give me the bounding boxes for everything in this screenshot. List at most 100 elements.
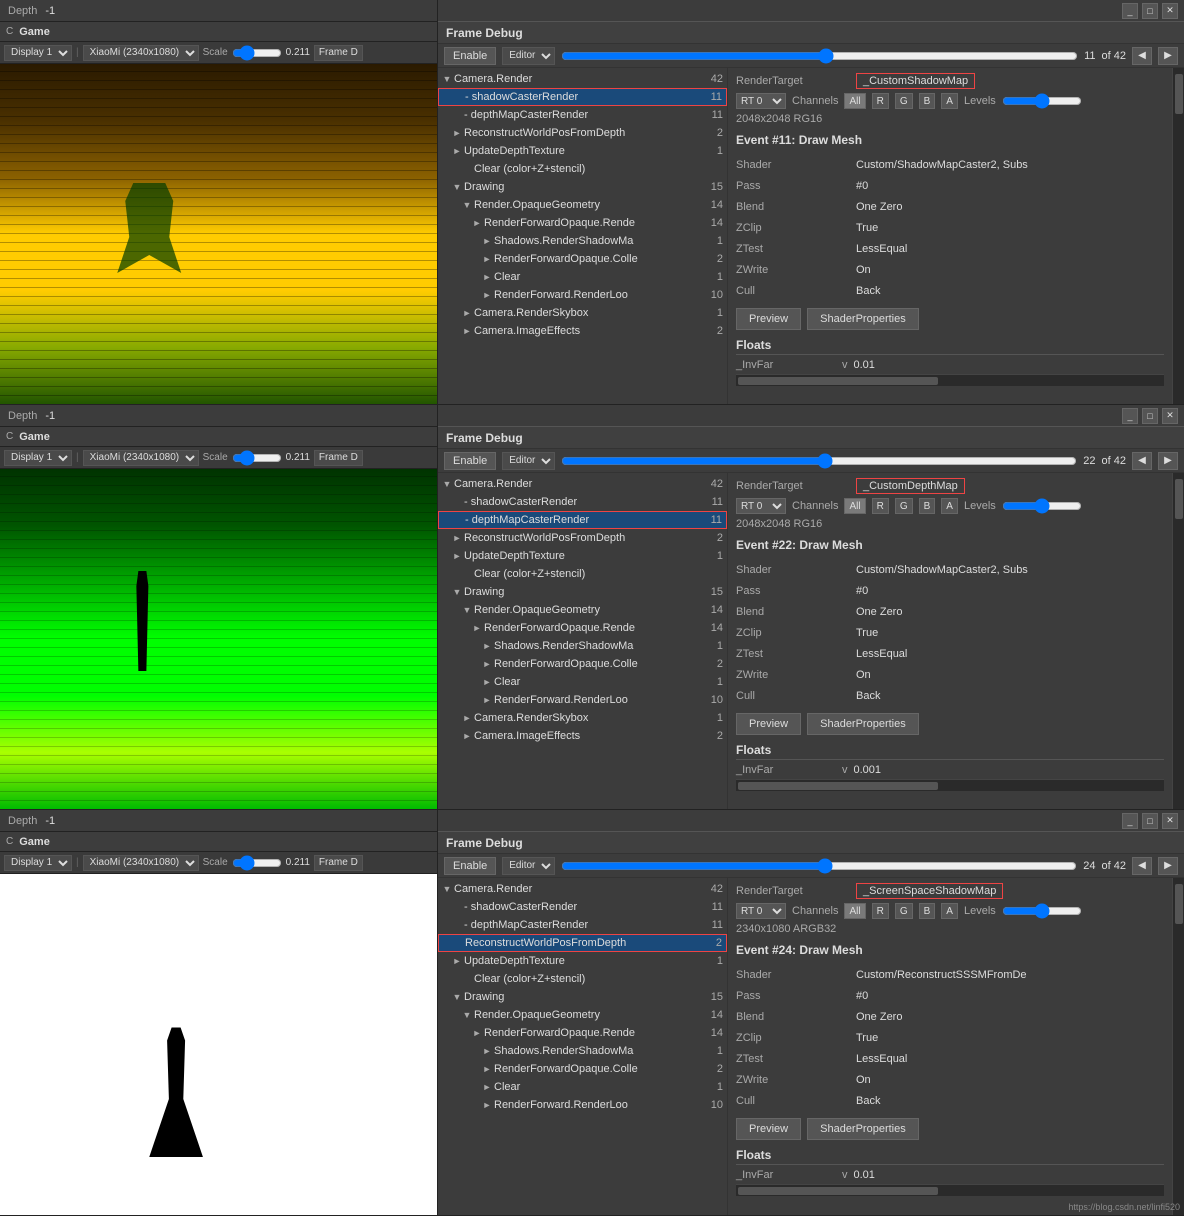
shader-properties-button[interactable]: ShaderProperties [807, 308, 919, 330]
tree-item[interactable]: - depthMapCasterRender 11 [438, 916, 727, 934]
tree-item[interactable]: ► Shadows.RenderShadowMa 1 [438, 637, 727, 655]
tree-item[interactable]: ▼ Drawing 15 [438, 178, 727, 196]
tree-item[interactable]: ReconstructWorldPosFromDepth 2 [438, 934, 727, 952]
tree-item[interactable]: ► UpdateDepthTexture 1 [438, 142, 727, 160]
tree-item[interactable]: ► RenderForwardOpaque.Colle 2 [438, 655, 727, 673]
scroll-bar-h[interactable] [736, 1184, 1164, 1196]
tree-item[interactable]: ▼ Render.OpaqueGeometry 14 [438, 196, 727, 214]
rt-select[interactable]: RT 0 [736, 93, 786, 109]
nav-slider[interactable] [561, 455, 1077, 467]
channel-btn-a[interactable]: A [941, 903, 958, 919]
enable-button[interactable]: Enable [444, 452, 496, 470]
tree-item[interactable]: ► Clear 1 [438, 1078, 727, 1096]
tree-item[interactable]: ► UpdateDepthTexture 1 [438, 952, 727, 970]
tree-item[interactable]: Clear (color+Z+stencil) [438, 565, 727, 583]
shader-properties-button[interactable]: ShaderProperties [807, 713, 919, 735]
maximize-button[interactable]: □ [1142, 3, 1158, 19]
preview-button[interactable]: Preview [736, 713, 801, 735]
scale-slider[interactable] [232, 858, 282, 868]
close-button[interactable]: ✕ [1162, 813, 1178, 829]
channel-btn-g[interactable]: G [895, 93, 913, 109]
display-select[interactable]: Display 1 [4, 450, 72, 466]
tree-item[interactable]: ► Camera.ImageEffects 2 [438, 322, 727, 340]
tree-item[interactable]: ► RenderForward.RenderLoo 10 [438, 286, 727, 304]
resolution-select[interactable]: XiaoMi (2340x1080) [83, 855, 199, 871]
tree-item[interactable]: ► RenderForwardOpaque.Rende 14 [438, 619, 727, 637]
tree-item[interactable]: ► Clear 1 [438, 268, 727, 286]
tree-item[interactable]: ► Clear 1 [438, 673, 727, 691]
tree-item[interactable]: ► Shadows.RenderShadowMa 1 [438, 1042, 727, 1060]
nav-prev-button[interactable]: ◀ [1132, 452, 1152, 470]
shader-properties-button[interactable]: ShaderProperties [807, 1118, 919, 1140]
scale-slider[interactable] [232, 453, 282, 463]
display-select[interactable]: Display 1 [4, 855, 72, 871]
tree-item[interactable]: - depthMapCasterRender 11 [438, 511, 727, 529]
editor-select[interactable]: Editor [502, 857, 555, 875]
enable-button[interactable]: Enable [444, 857, 496, 875]
tree-item[interactable]: ▼ Camera.Render 42 [438, 880, 727, 898]
rt-select[interactable]: RT 0 [736, 903, 786, 919]
side-scrollbar[interactable] [1172, 878, 1184, 1215]
tree-item[interactable]: ▼ Render.OpaqueGeometry 14 [438, 601, 727, 619]
tree-item[interactable]: ► ReconstructWorldPosFromDepth 2 [438, 124, 727, 142]
tree-item[interactable]: ► RenderForward.RenderLoo 10 [438, 1096, 727, 1114]
channel-btn-a[interactable]: A [941, 93, 958, 109]
channel-btn-all[interactable]: All [844, 498, 865, 514]
frame-button[interactable]: Frame D [314, 45, 363, 61]
scale-slider[interactable] [232, 48, 282, 58]
tree-item[interactable]: - shadowCasterRender 11 [438, 88, 727, 106]
channel-btn-g[interactable]: G [895, 498, 913, 514]
channel-btn-g[interactable]: G [895, 903, 913, 919]
tree-item[interactable]: ► UpdateDepthTexture 1 [438, 547, 727, 565]
minimize-button[interactable]: _ [1122, 3, 1138, 19]
frame-button[interactable]: Frame D [314, 450, 363, 466]
editor-select[interactable]: Editor [502, 452, 555, 470]
editor-select[interactable]: Editor [502, 47, 555, 65]
rt-select[interactable]: RT 0 [736, 498, 786, 514]
channel-btn-b[interactable]: B [919, 93, 936, 109]
tree-item[interactable]: Clear (color+Z+stencil) [438, 160, 727, 178]
minimize-button[interactable]: _ [1122, 408, 1138, 424]
preview-button[interactable]: Preview [736, 1118, 801, 1140]
tree-item[interactable]: ► Camera.RenderSkybox 1 [438, 709, 727, 727]
tree-item[interactable]: ► Shadows.RenderShadowMa 1 [438, 232, 727, 250]
tree-item[interactable]: ▼ Drawing 15 [438, 583, 727, 601]
channel-btn-a[interactable]: A [941, 498, 958, 514]
tree-item[interactable]: ▼ Camera.Render 42 [438, 70, 727, 88]
channel-btn-r[interactable]: R [872, 498, 889, 514]
minimize-button[interactable]: _ [1122, 813, 1138, 829]
nav-next-button[interactable]: ▶ [1158, 47, 1178, 65]
tree-item[interactable]: - shadowCasterRender 11 [438, 493, 727, 511]
close-button[interactable]: ✕ [1162, 408, 1178, 424]
tree-item[interactable]: ▼ Render.OpaqueGeometry 14 [438, 1006, 727, 1024]
resolution-select[interactable]: XiaoMi (2340x1080) [83, 450, 199, 466]
nav-prev-button[interactable]: ◀ [1132, 47, 1152, 65]
tree-item[interactable]: ▼ Drawing 15 [438, 988, 727, 1006]
channel-btn-b[interactable]: B [919, 498, 936, 514]
side-scrollbar[interactable] [1172, 68, 1184, 404]
tree-item[interactable]: ► RenderForwardOpaque.Rende 14 [438, 1024, 727, 1042]
tree-item[interactable]: ► RenderForward.RenderLoo 10 [438, 691, 727, 709]
tree-item[interactable]: ► ReconstructWorldPosFromDepth 2 [438, 529, 727, 547]
channel-btn-all[interactable]: All [844, 903, 865, 919]
channel-btn-r[interactable]: R [872, 93, 889, 109]
tree-item[interactable]: ▼ Camera.Render 42 [438, 475, 727, 493]
tree-item[interactable]: ► Camera.ImageEffects 2 [438, 727, 727, 745]
tree-item[interactable]: ► RenderForwardOpaque.Colle 2 [438, 250, 727, 268]
enable-button[interactable]: Enable [444, 47, 496, 65]
tree-item[interactable]: - shadowCasterRender 11 [438, 898, 727, 916]
channel-btn-b[interactable]: B [919, 903, 936, 919]
nav-next-button[interactable]: ▶ [1158, 452, 1178, 470]
nav-slider[interactable] [561, 50, 1078, 62]
tree-item[interactable]: ► Camera.RenderSkybox 1 [438, 304, 727, 322]
frame-button[interactable]: Frame D [314, 855, 363, 871]
side-scrollbar[interactable] [1172, 473, 1184, 809]
tree-item[interactable]: ► RenderForwardOpaque.Colle 2 [438, 1060, 727, 1078]
tree-item[interactable]: ► RenderForwardOpaque.Rende 14 [438, 214, 727, 232]
nav-prev-button[interactable]: ◀ [1132, 857, 1152, 875]
display-select[interactable]: Display 1 [4, 45, 72, 61]
scroll-bar-h[interactable] [736, 779, 1164, 791]
resolution-select[interactable]: XiaoMi (2340x1080) [83, 45, 199, 61]
tree-item[interactable]: Clear (color+Z+stencil) [438, 970, 727, 988]
levels-slider[interactable] [1002, 906, 1082, 916]
